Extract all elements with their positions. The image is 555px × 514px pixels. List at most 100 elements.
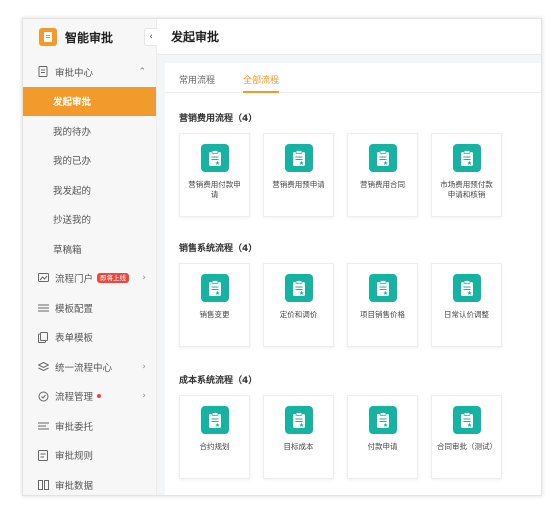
flow-card-label: 营销费用付款申请 [188,180,241,199]
chevron-left-icon: ‹ [149,32,153,42]
flow-card-label: 目标成本 [283,442,314,451]
flow-card-label: 付款申请 [367,442,398,451]
clipboard-icon [200,274,229,302]
flow-card-label: 定价和调价 [279,310,318,319]
flow-card[interactable]: 营销费用付款申请 [179,133,250,217]
collapse-sidebar-button[interactable]: ‹ [144,28,157,46]
process-panel: 常用流程 全部流程 营销费用流程（4） 营销费用付款申请 营销费用预申请 营销费… [165,63,541,495]
sidebar-item-flow-manage[interactable]: 流程管理 › [23,382,156,412]
sidebar-item-delegate[interactable]: 审批委托 [23,411,156,441]
section-title: 成本系统流程（4） [179,376,258,386]
sidebar-item-my-todo[interactable]: 我的待办 [23,116,156,146]
chevron-right-icon: › [142,273,146,284]
flow-card[interactable]: 营销费用合同 [347,133,418,217]
flow-card[interactable]: 市场费用预付款申请和核销 [431,133,502,217]
sidebar-item-label: 表单模板 [55,333,94,345]
flow-card-label: 项目销售价格 [360,310,405,319]
sidebar-item-flow-center[interactable]: 统一流程中心 › [23,352,156,382]
section-title: 营销费用流程（4） [179,114,258,124]
clipboard-icon [368,406,397,434]
chevron-up-icon: ⌃ [138,66,146,77]
clipboard-icon [452,274,481,302]
tab-bar: 常用流程 全部流程 [165,63,541,93]
clipboard-icon [452,406,481,434]
notification-dot [97,394,102,399]
delegate-icon [37,420,49,432]
sidebar-item-label: 审批数据 [55,480,94,492]
sidebar-item-label: 模板配置 [55,303,94,315]
sidebar-item-my-done[interactable]: 我的已办 [23,146,156,176]
clipboard-icon [368,144,397,172]
form-icon [37,331,49,343]
sidebar-item-drafts[interactable]: 草稿箱 [23,234,156,264]
flow-card-label: 营销费用预申请 [272,180,325,189]
flow-card[interactable]: 付款申请 [347,395,418,479]
sidebar-item-form-template[interactable]: 表单模板 [23,323,156,353]
flow-card[interactable]: 日常认价调整 [431,263,502,347]
clipboard-icon [452,144,481,172]
flow-card-label: 日常认价调整 [444,310,489,319]
flow-card[interactable]: 合约规划 [179,395,250,479]
clipboard-icon [368,274,397,302]
sidebar-nav: 审批中心 ⌃ 发起审批 我的待办 我的已办 我发起的 抄送我的 草稿箱 流程门户… [23,57,156,495]
sidebar-item-label: 统一流程中心 [55,362,113,374]
tab-all-flows[interactable]: 全部流程 [243,73,280,93]
sidebar-item-label: 审批规则 [55,451,94,463]
clipboard-icon [284,274,313,302]
sidebar-item-portal[interactable]: 流程门户 即将上线 › [23,264,156,294]
chevron-right-icon: › [142,361,146,372]
data-icon [37,479,49,491]
flow-card[interactable]: 销售变更 [179,263,250,347]
sidebar-item-label: 流程门户 [55,274,94,286]
sidebar-item-label: 流程管理 [55,392,94,404]
app-window: 智能审批 ‹ 审批中心 ⌃ 发起审批 我的待办 我的已办 我发起的 抄送我的 草… [22,18,542,496]
flow-card-label: 合同审批（测试） [437,442,497,451]
clipboard-icon [284,406,313,434]
app-logo-icon [39,28,57,46]
clipboard-icon [200,406,229,434]
section-title: 销售系统流程（4） [179,244,258,254]
sidebar-item-label: 审批中心 [55,67,94,79]
flow-section-sales: 销售系统流程（4） 销售变更 定价和调价 项目销售价格 日常认价调整 [179,241,541,347]
sidebar-item-label: 我的待办 [53,126,92,138]
sidebar-item-label: 我的已办 [53,156,92,168]
template-icon [37,302,49,314]
status-badge: 即将上线 [97,273,130,284]
flow-center-icon [37,361,49,373]
flow-section-marketing: 营销费用流程（4） 营销费用付款申请 营销费用预申请 营销费用合同 市场费用预付… [179,111,541,217]
page-title: 发起审批 [157,19,541,55]
tab-common-flows[interactable]: 常用流程 [179,73,215,92]
flow-manage-icon [37,390,49,402]
sidebar-item-label: 审批委托 [55,421,94,433]
sidebar-item-label: 发起审批 [53,97,92,109]
document-icon [37,66,49,78]
chevron-right-icon: › [142,391,146,402]
sidebar-item-label: 抄送我的 [53,215,92,227]
sidebar-item-start-approval[interactable]: 发起审批 [23,86,156,116]
flow-card-label: 销售变更 [199,310,230,319]
flow-card-label: 营销费用合同 [360,180,405,189]
flow-card[interactable]: 定价和调价 [263,263,334,347]
clipboard-icon [284,144,313,172]
flow-card[interactable]: 合同审批（测试） [431,395,502,479]
flow-card-label: 市场费用预付款申请和核销 [440,180,493,199]
sidebar: 智能审批 ‹ 审批中心 ⌃ 发起审批 我的待办 我的已办 我发起的 抄送我的 草… [23,19,157,495]
sidebar-item-my-initiated[interactable]: 我发起的 [23,175,156,205]
sidebar-item-label: 我发起的 [53,185,92,197]
sidebar-item-approval-center[interactable]: 审批中心 ⌃ [23,57,156,87]
sidebar-item-rules[interactable]: 审批规则 [23,441,156,471]
sidebar-item-data[interactable]: 审批数据 [23,470,156,495]
portal-icon [37,272,49,284]
sidebar-item-cc-me[interactable]: 抄送我的 [23,205,156,235]
flow-section-cost: 成本系统流程（4） 合约规划 目标成本 付款申请 合同审批（测试） [179,373,541,479]
clipboard-icon [200,144,229,172]
brand: 智能审批 ‹ [23,19,157,55]
sidebar-item-template-config[interactable]: 模板配置 [23,293,156,323]
sidebar-item-label: 草稿箱 [53,244,82,256]
rules-icon [37,449,49,461]
flow-card-label: 合约规划 [199,442,230,451]
flow-card[interactable]: 营销费用预申请 [263,133,334,217]
main-content: 发起审批 常用流程 全部流程 营销费用流程（4） 营销费用付款申请 营销费用预申… [157,19,541,495]
flow-card[interactable]: 项目销售价格 [347,263,418,347]
flow-card[interactable]: 目标成本 [263,395,334,479]
